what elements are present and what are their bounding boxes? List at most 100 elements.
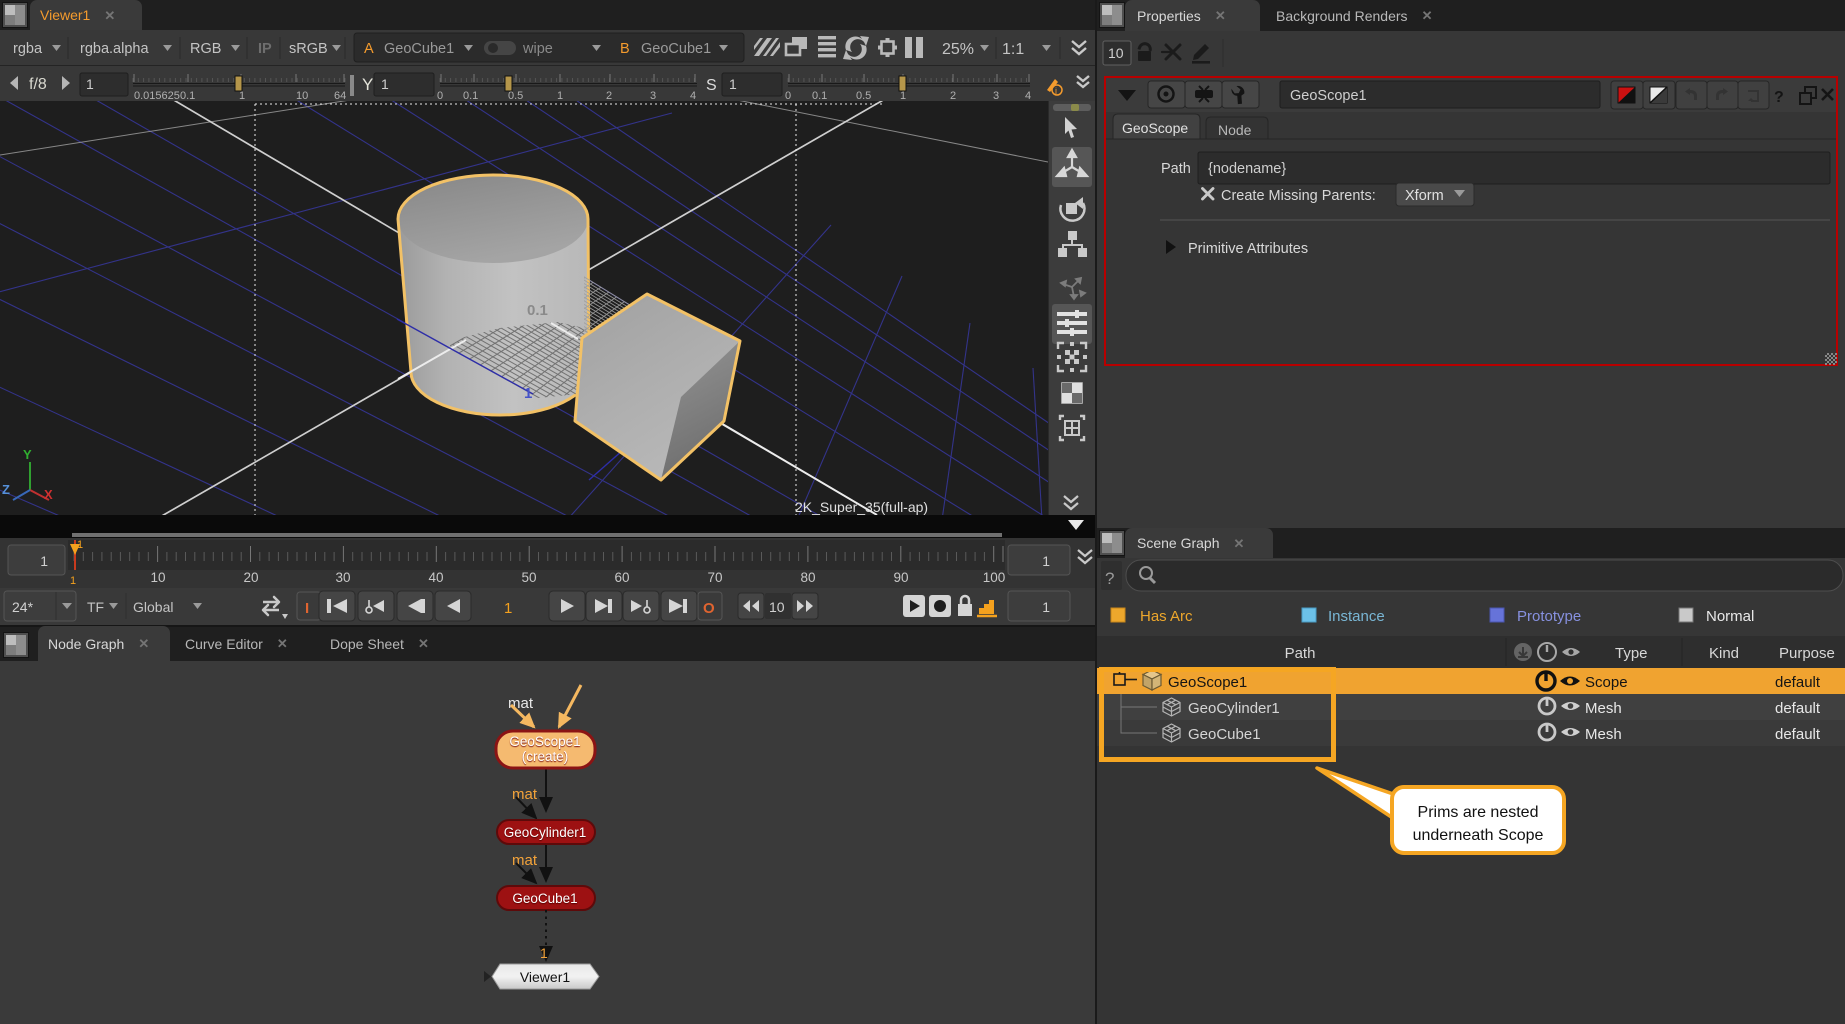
svg-text:1: 1: [381, 76, 389, 92]
svg-text:sRGB: sRGB: [289, 41, 328, 57]
svg-text:Y: Y: [362, 75, 373, 94]
svg-text:TF: TF: [87, 599, 104, 615]
svg-text:mat: mat: [512, 852, 538, 869]
svg-text:O: O: [703, 600, 715, 617]
svg-text:Z: Z: [2, 482, 10, 497]
svg-text:Purpose: Purpose: [1779, 645, 1835, 662]
svg-text:1: 1: [1042, 553, 1050, 569]
svg-text:1: 1: [504, 600, 512, 617]
svg-text:0.1: 0.1: [463, 90, 478, 101]
svg-text:100: 100: [983, 570, 1006, 585]
svg-text:25%: 25%: [942, 41, 974, 58]
svg-text:10: 10: [1108, 45, 1124, 61]
svg-text:0.1: 0.1: [180, 90, 195, 101]
svg-text:X: X: [44, 487, 53, 502]
svg-text:20: 20: [243, 570, 258, 585]
svg-text:1: 1: [1042, 599, 1050, 615]
svg-text:Mesh: Mesh: [1585, 726, 1622, 743]
svg-text:Global: Global: [133, 599, 173, 615]
svg-text:50: 50: [521, 570, 536, 585]
svg-text:3: 3: [993, 90, 999, 101]
svg-text:f/8: f/8: [29, 76, 47, 93]
svg-text:Path: Path: [1285, 645, 1316, 662]
svg-text:2K_Super_35(full-ap): 2K_Super_35(full-ap): [795, 499, 928, 515]
svg-text:mat: mat: [508, 695, 534, 712]
svg-text:GeoCube1: GeoCube1: [512, 891, 577, 906]
svg-text:GeoScope1: GeoScope1: [1290, 88, 1367, 104]
svg-text:4: 4: [690, 90, 696, 101]
svg-text:Instance: Instance: [1328, 608, 1385, 625]
svg-text:0.1: 0.1: [812, 90, 827, 101]
svg-text:Type: Type: [1615, 645, 1648, 662]
svg-text:Prototype: Prototype: [1517, 608, 1581, 625]
svg-text:Node: Node: [1218, 122, 1252, 138]
svg-text:1: 1: [729, 76, 737, 92]
svg-text:?: ?: [1774, 89, 1784, 106]
svg-text:GeoScope: GeoScope: [1122, 120, 1188, 136]
svg-text:10: 10: [296, 90, 308, 101]
svg-text:30: 30: [335, 570, 350, 585]
svg-text:1: 1: [70, 575, 76, 587]
svg-text:Path: Path: [1161, 161, 1191, 177]
svg-text:GeoCube1: GeoCube1: [384, 41, 454, 57]
svg-text:0: 0: [785, 90, 791, 101]
svg-text:{nodename}: {nodename}: [1208, 161, 1286, 177]
svg-text:Scope: Scope: [1585, 674, 1628, 691]
svg-text:64: 64: [334, 90, 346, 101]
svg-text:70: 70: [707, 570, 722, 585]
svg-text:default: default: [1775, 726, 1821, 743]
svg-text:Prims are nested: Prims are nested: [1418, 804, 1539, 821]
svg-text:0: 0: [437, 90, 443, 101]
svg-text:0.1: 0.1: [527, 302, 548, 319]
svg-text:1: 1: [540, 945, 548, 961]
svg-text:80: 80: [800, 570, 815, 585]
svg-text:2: 2: [950, 90, 956, 101]
svg-text:0.015625: 0.015625: [134, 90, 180, 101]
svg-text:1: 1: [557, 90, 563, 101]
svg-text:I: I: [305, 600, 309, 617]
svg-text:60: 60: [614, 570, 629, 585]
svg-text:90: 90: [893, 570, 908, 585]
svg-text:Create Missing Parents:: Create Missing Parents:: [1221, 188, 1376, 204]
svg-text:?: ?: [1105, 569, 1114, 588]
svg-text:B: B: [620, 41, 630, 57]
svg-text:mat: mat: [512, 786, 538, 803]
svg-text:GeoCube1: GeoCube1: [641, 41, 711, 57]
svg-text:i: i: [1055, 86, 1057, 96]
svg-text:(create): (create): [522, 749, 569, 764]
svg-text:Y: Y: [23, 447, 32, 462]
svg-text:1: 1: [239, 90, 245, 101]
svg-text:GeoScope1: GeoScope1: [509, 734, 580, 749]
svg-text:GeoCylinder1: GeoCylinder1: [504, 825, 587, 840]
svg-text:rgba.alpha: rgba.alpha: [80, 41, 149, 57]
svg-text:RGB: RGB: [190, 41, 221, 57]
svg-text:0.5: 0.5: [508, 90, 523, 101]
svg-text:Kind: Kind: [1709, 645, 1739, 662]
svg-text:A: A: [364, 41, 374, 57]
svg-text:10: 10: [769, 599, 785, 615]
svg-text:1: 1: [524, 385, 532, 402]
svg-text:wipe: wipe: [522, 41, 553, 57]
svg-text:1: 1: [77, 539, 83, 551]
svg-text:default: default: [1775, 674, 1821, 691]
svg-text:Mesh: Mesh: [1585, 700, 1622, 717]
svg-text:1: 1: [900, 90, 906, 101]
svg-text:40: 40: [428, 570, 443, 585]
svg-text:IP: IP: [258, 41, 272, 57]
svg-text:3: 3: [650, 90, 656, 101]
svg-text:Primitive Attributes: Primitive Attributes: [1188, 241, 1308, 257]
svg-text:1: 1: [86, 76, 94, 92]
svg-text:Xform: Xform: [1405, 188, 1444, 204]
svg-text:10: 10: [150, 570, 165, 585]
svg-text:4: 4: [1025, 90, 1031, 101]
svg-text:underneath Scope: underneath Scope: [1413, 827, 1544, 844]
svg-text:rgba: rgba: [13, 41, 43, 57]
svg-text:24*: 24*: [12, 599, 34, 615]
svg-text:Viewer1: Viewer1: [520, 969, 571, 985]
svg-text:0.5: 0.5: [856, 90, 871, 101]
svg-text:default: default: [1775, 700, 1821, 717]
svg-text:2: 2: [606, 90, 612, 101]
svg-text:1: 1: [40, 553, 48, 569]
svg-text:Normal: Normal: [1706, 608, 1754, 625]
svg-text:S: S: [706, 77, 717, 94]
